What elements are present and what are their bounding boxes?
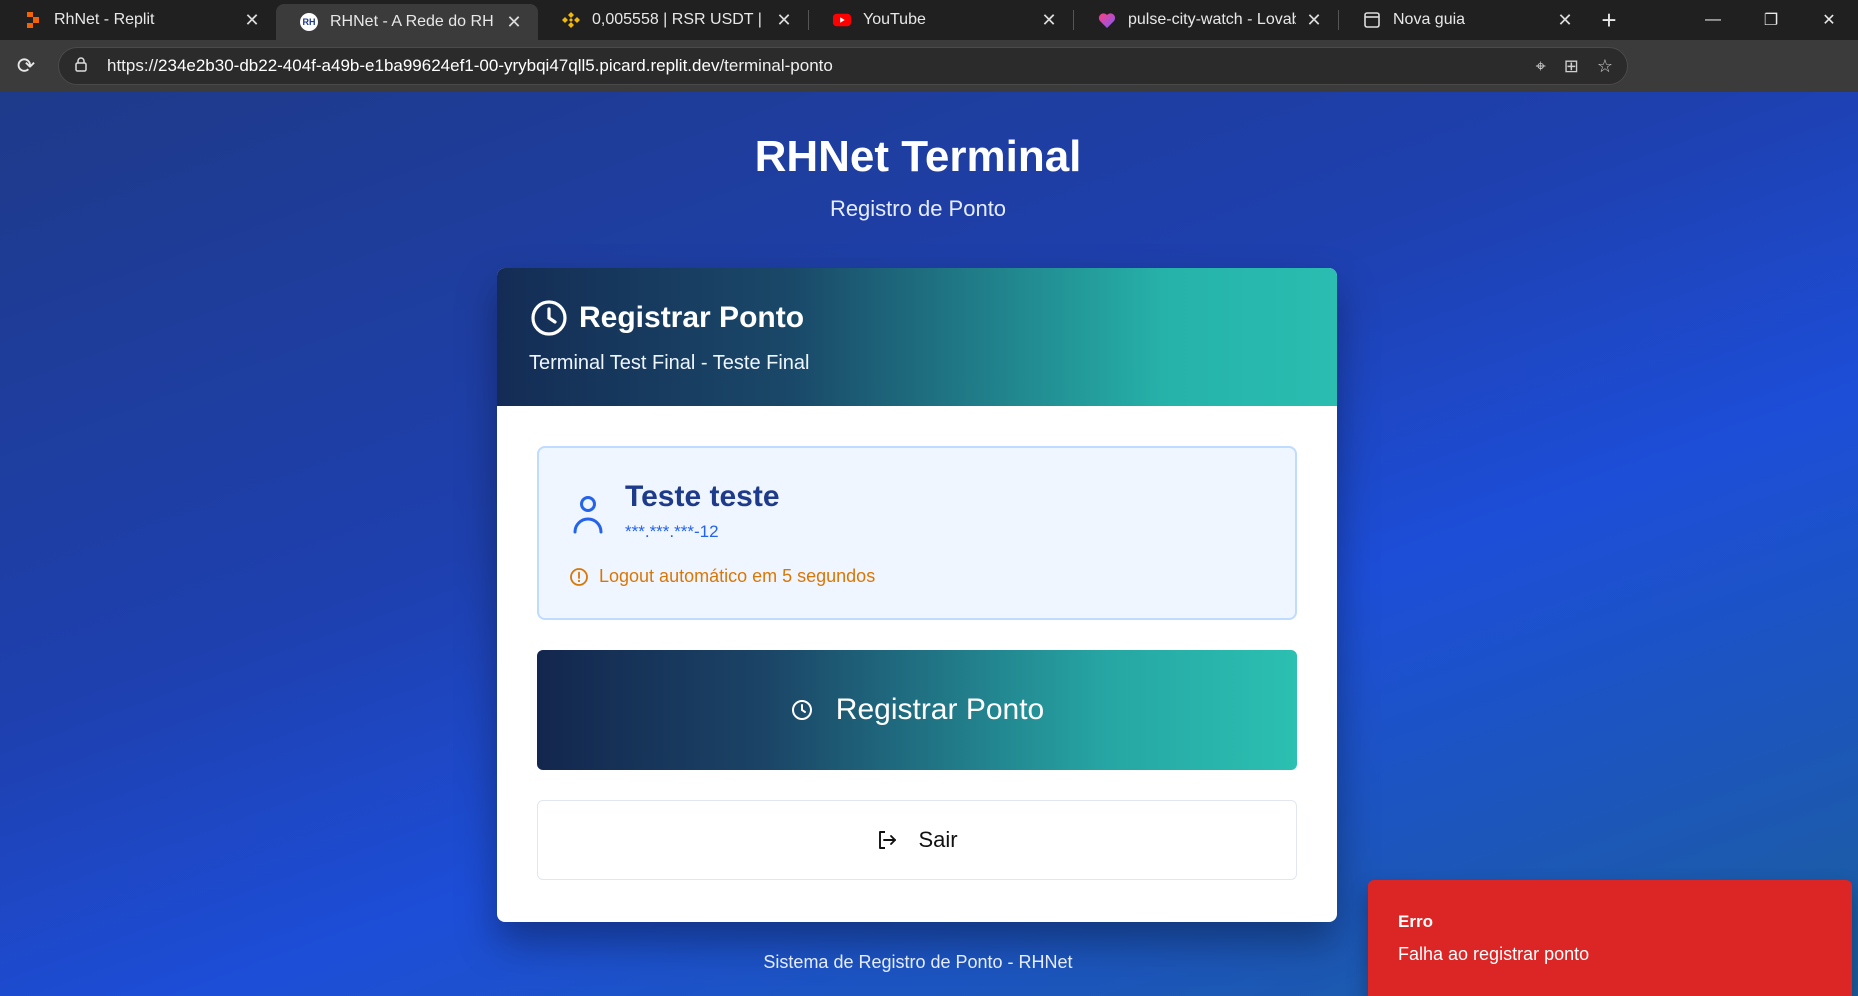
close-window-icon[interactable]: ✕ [1800,0,1858,40]
minimize-icon[interactable]: — [1684,0,1742,40]
close-tab-icon[interactable]: ✕ [242,10,262,31]
replit-icon [24,11,42,29]
error-toast[interactable]: Erro Falha ao registrar ponto [1368,880,1852,996]
tab-lovable[interactable]: pulse-city-watch - Lovable ✕ [1074,0,1338,40]
tab-title: 0,005558 | RSR USDT | Reser [592,11,766,28]
user-cpf: ***.***.***-12 [625,522,719,541]
tab-title: pulse-city-watch - Lovable [1128,11,1296,28]
terminal-name: Terminal Test Final - Teste Final [529,352,810,374]
register-card: Registrar Ponto Terminal Test Final - Te… [497,268,1337,922]
lovable-icon [1098,11,1116,29]
toast-title: Erro [1398,912,1433,931]
close-tab-icon[interactable]: ✕ [504,12,524,33]
tab-title: Nova guia [1393,11,1466,28]
close-tab-icon[interactable]: ✕ [1304,10,1324,31]
location-icon[interactable]: ⌖ [1536,56,1546,77]
clock-icon [791,700,812,720]
youtube-icon [833,11,851,29]
address-bar-row: ⟳ https://234e2b30-db22-404f-a49b-e1ba99… [0,40,1858,120]
auto-logout-text: Logout automático em 5 segundos [599,566,876,586]
binance-icon [562,11,580,29]
page-subtitle: Registro de Ponto [829,196,1007,221]
card-header: Registrar Ponto Terminal Test Final - Te… [497,268,1337,406]
user-icon [573,496,603,534]
register-punch-button[interactable]: Registrar Ponto [537,650,1297,770]
logout-button[interactable]: Sair [537,800,1297,880]
app-install-icon[interactable]: ⊞ [1564,56,1579,77]
tab-replit[interactable]: RhNet - Replit ✕ [0,0,276,40]
restore-icon[interactable]: ❐ [1742,0,1800,40]
tab-nova-guia[interactable]: Nova guia ✕ [1339,0,1589,40]
tab-title: RHNet - A Rede do RH [330,13,494,30]
tab-binance[interactable]: 0,005558 | RSR USDT | Reser ✕ [538,0,808,40]
reload-icon[interactable]: ⟳ [0,40,52,92]
logout-icon [879,831,897,849]
logout-label: Sair [918,827,958,852]
toast-message: Falha ao registrar ponto [1398,944,1590,964]
tab-title: YouTube [863,11,926,28]
tab-title: RhNet - Replit [54,11,155,28]
close-tab-icon[interactable]: ✕ [774,10,794,31]
page-title: RHNet Terminal [754,132,1082,181]
rhnet-icon: RH [300,13,318,31]
user-name: Teste teste [625,480,780,513]
alert-circle-icon [570,567,588,586]
tab-rhnet[interactable]: RH RHNet - A Rede do RH ✕ [276,4,538,40]
favorite-star-icon[interactable]: ☆ [1597,56,1613,77]
tab-youtube[interactable]: YouTube ✕ [809,0,1073,40]
user-info-box: Teste teste ***.***.***-12 Logout automá… [537,446,1297,620]
auto-logout-notice: Logout automático em 5 segundos [569,566,875,587]
new-tab-button[interactable]: + [1589,0,1629,40]
site-info-icon[interactable] [73,56,93,76]
url-text: https://234e2b30-db22-404f-a49b-e1ba9962… [107,56,833,75]
tab-bar: RhNet - Replit ✕ RH RHNet - A Rede do RH… [0,0,1858,40]
clock-icon [531,300,567,336]
close-tab-icon[interactable]: ✕ [1555,10,1575,31]
url-bar[interactable]: https://234e2b30-db22-404f-a49b-e1ba9962… [58,47,1628,85]
card-heading: Registrar Ponto [579,301,805,334]
register-punch-label: Registrar Ponto [835,693,1045,726]
newtab-icon [1363,11,1381,29]
window-controls: — ❐ ✕ [1684,0,1858,40]
page-content: RHNet Terminal Registro de Ponto Registr… [0,92,1858,996]
close-tab-icon[interactable]: ✕ [1039,10,1059,31]
